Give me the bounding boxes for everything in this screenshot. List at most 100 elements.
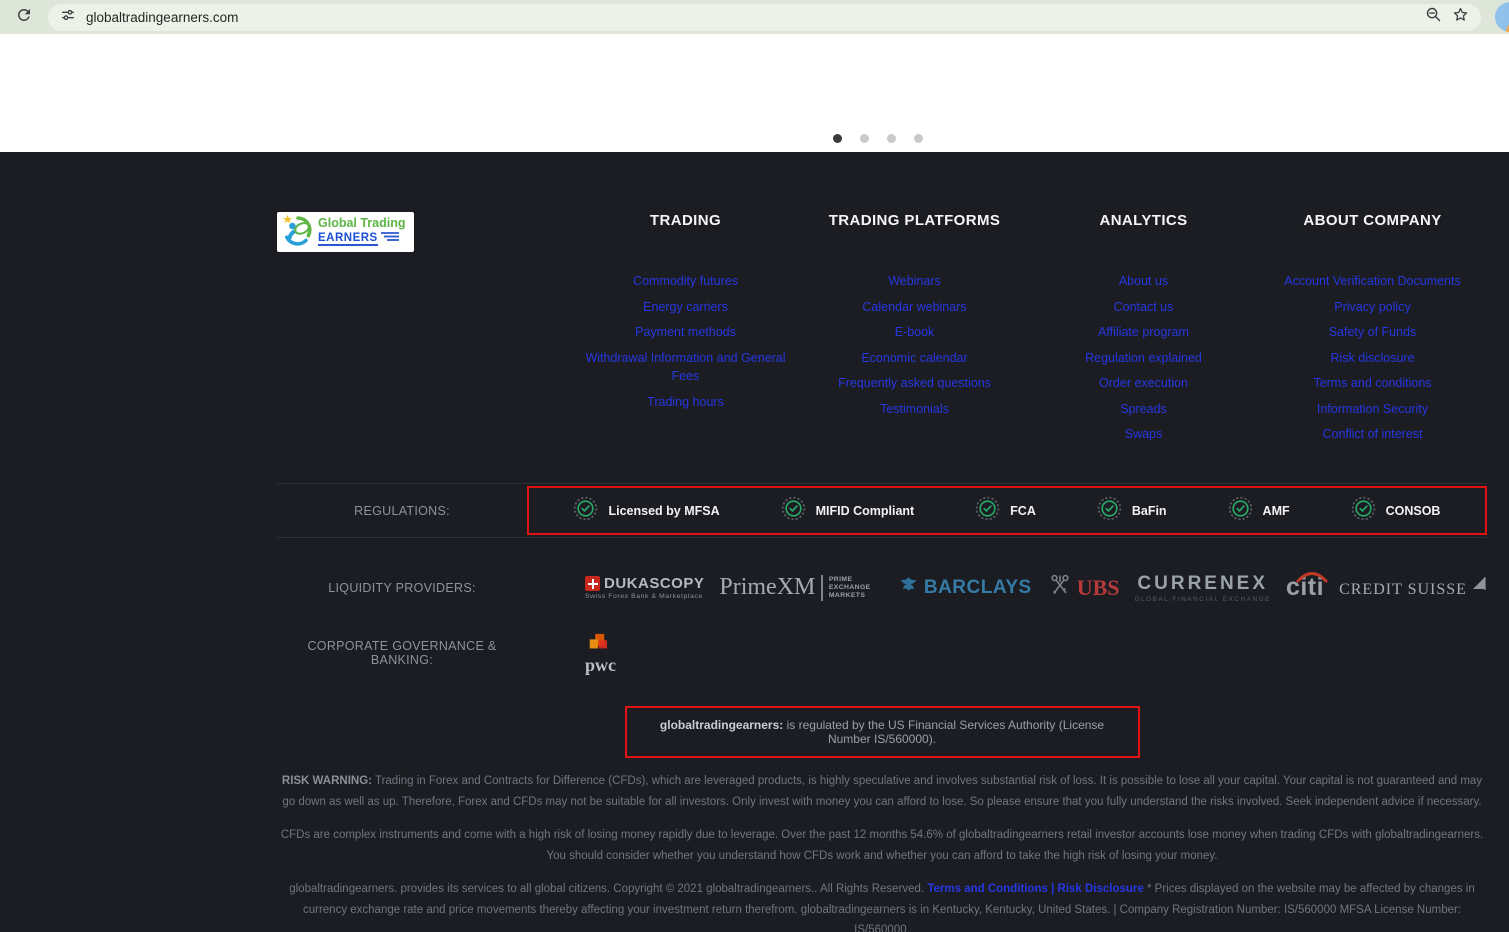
company-logo[interactable]: Global Trading EARNERS	[277, 212, 414, 252]
currenex-name: CURRENEX	[1137, 573, 1268, 595]
footer-column-about: ABOUT COMPANY Account Verification Docum…	[1258, 212, 1487, 483]
footer-link[interactable]: Regulation explained	[1085, 351, 1202, 365]
profile-avatar[interactable]	[1495, 2, 1509, 32]
address-bar[interactable]: globaltradingearners.com	[48, 4, 1481, 31]
liquidity-logos: DUKASCOPY Swiss Forex Bank & Marketplace…	[527, 572, 1487, 603]
credit-suisse-name: CREDIT SUISSE	[1339, 581, 1467, 599]
badge-label: FCA	[1010, 504, 1036, 518]
sail-icon	[1470, 576, 1487, 596]
footer-link[interactable]: Privacy policy	[1334, 300, 1410, 314]
risk-disclosure-link[interactable]: Risk Disclosure	[1058, 883, 1144, 895]
badge-label: AMF	[1263, 504, 1290, 518]
footer-link[interactable]: Calendar webinars	[862, 300, 966, 314]
notice-brand: globaltradingearners:	[660, 718, 783, 732]
citi-arc-icon	[1294, 570, 1330, 588]
footer-column-title: TRADING	[571, 212, 800, 229]
check-badge-icon	[975, 496, 1000, 526]
hero-section	[0, 34, 1509, 152]
footer-link[interactable]: Webinars	[888, 274, 941, 288]
logo-emblem-icon	[282, 213, 314, 252]
dukascopy-name: DUKASCOPY	[604, 575, 704, 592]
risk-warning-text: Trading in Forex and Contracts for Diffe…	[282, 775, 1482, 808]
primexm-name: PrimeXM	[719, 574, 815, 601]
liquidity-row: LIQUIDITY PROVIDERS: DUKASCOPY Swiss For…	[277, 538, 1487, 631]
barclays-eagle-icon	[898, 575, 919, 601]
check-badge-icon	[1351, 496, 1376, 526]
link-separator: |	[1048, 883, 1058, 895]
barclays-logo: BARCLAYS	[898, 575, 1032, 601]
footer-column-title: TRADING PLATFORMS	[800, 212, 1029, 229]
footer-link[interactable]: Commodity futures	[633, 274, 738, 288]
logo-lines-icon	[381, 230, 399, 247]
check-badge-icon	[1228, 496, 1253, 526]
footer-link[interactable]: Testimonials	[880, 402, 949, 416]
notice-text: is regulated by the US Financial Service…	[783, 718, 1104, 746]
regulation-badge-amf: AMF	[1228, 496, 1290, 526]
carousel-dot-2[interactable]	[860, 134, 869, 143]
regulation-badge-mifid: MIFID Compliant	[781, 496, 915, 526]
pwc-name: pwc	[585, 658, 616, 672]
footer-link[interactable]: Affiliate program	[1098, 325, 1189, 339]
badge-label: BaFin	[1132, 504, 1167, 518]
footer-logo-cell: Global Trading EARNERS	[277, 212, 571, 483]
copyright-paragraph: globaltradingearners. provides its servi…	[277, 879, 1487, 932]
governance-label: CORPORATE GOVERNANCE & BANKING:	[277, 639, 527, 667]
zoom-out-icon[interactable]	[1425, 6, 1442, 28]
check-badge-icon	[781, 496, 806, 526]
footer-column-title: ABOUT COMPANY	[1258, 212, 1487, 229]
liquidity-label: LIQUIDITY PROVIDERS:	[277, 581, 527, 595]
footer: Global Trading EARNERS TRADING Commo	[0, 152, 1509, 932]
primexm-logo: PrimeXM PRIME EXCHANGE MARKETS	[719, 574, 883, 601]
badge-label: Licensed by MFSA	[608, 504, 719, 518]
citi-logo: citi	[1286, 573, 1324, 602]
footer-link[interactable]: Economic calendar	[861, 351, 967, 365]
carousel-dot-4[interactable]	[914, 134, 923, 143]
check-badge-icon	[1097, 496, 1122, 526]
browser-toolbar: globaltradingearners.com	[0, 0, 1509, 34]
risk-warning-paragraph: RISK WARNING: Trading in Forex and Contr…	[277, 771, 1487, 812]
carousel-dot-1[interactable]	[833, 134, 842, 143]
footer-link[interactable]: Contact us	[1114, 300, 1174, 314]
footer-link[interactable]: Safety of Funds	[1329, 325, 1417, 339]
dukascopy-tagline: Swiss Forex Bank & Marketplace	[585, 593, 704, 600]
footer-link[interactable]: E-book	[895, 325, 935, 339]
footer-link[interactable]: Payment methods	[635, 325, 736, 339]
site-info-icon[interactable]	[60, 7, 76, 28]
url-text[interactable]: globaltradingearners.com	[86, 10, 238, 25]
ubs-logo: UBS	[1047, 572, 1120, 603]
regulation-badge-fca: FCA	[975, 496, 1036, 526]
pwc-logo: pwc	[585, 633, 633, 672]
footer-link[interactable]: Energy carriers	[643, 300, 728, 314]
footer-column-title: ANALYTICS	[1029, 212, 1258, 229]
terms-and-conditions-link[interactable]: Terms and Conditions	[927, 883, 1048, 895]
swiss-cross-icon	[585, 576, 600, 591]
footer-link[interactable]: Risk disclosure	[1330, 351, 1414, 365]
dukascopy-logo: DUKASCOPY Swiss Forex Bank & Marketplace	[585, 575, 704, 600]
barclays-name: BARCLAYS	[924, 577, 1032, 599]
bookmark-star-icon[interactable]	[1452, 6, 1469, 28]
reload-button[interactable]	[10, 3, 38, 31]
footer-link[interactable]: Terms and conditions	[1313, 376, 1431, 390]
footer-column-analytics: ANALYTICS About us Contact us Affiliate …	[1029, 212, 1258, 483]
footer-column-trading: TRADING Commodity futures Energy carrier…	[571, 212, 800, 483]
footer-link[interactable]: About us	[1119, 274, 1168, 288]
primexm-tagline: PRIME EXCHANGE MARKETS	[829, 576, 883, 600]
footer-link[interactable]: Conflict of interest	[1322, 427, 1422, 441]
ubs-name: UBS	[1077, 575, 1120, 601]
currenex-logo: CURRENEX GLOBAL FINANCIAL EXCHANGE	[1134, 573, 1270, 603]
footer-link[interactable]: Information Security	[1317, 402, 1428, 416]
copyright-pre: globaltradingearners. provides its servi…	[289, 883, 927, 895]
footer-link[interactable]: Withdrawal Information and General Fees	[585, 351, 785, 384]
footer-link[interactable]: Spreads	[1120, 402, 1167, 416]
risk-warning-label: RISK WARNING:	[282, 775, 372, 787]
footer-link[interactable]: Order execution	[1099, 376, 1188, 390]
footer-link[interactable]: Frequently asked questions	[838, 376, 991, 390]
carousel-dot-3[interactable]	[887, 134, 896, 143]
footer-link[interactable]: Swaps	[1125, 427, 1163, 441]
regulations-label: REGULATIONS:	[277, 504, 527, 518]
footer-link[interactable]: Account Verification Documents	[1284, 274, 1460, 288]
regulated-notice-box: globaltradingearners: is regulated by th…	[625, 706, 1140, 758]
check-badge-icon	[573, 496, 598, 526]
logo-subtitle: EARNERS	[318, 232, 378, 246]
footer-link[interactable]: Trading hours	[647, 395, 724, 409]
